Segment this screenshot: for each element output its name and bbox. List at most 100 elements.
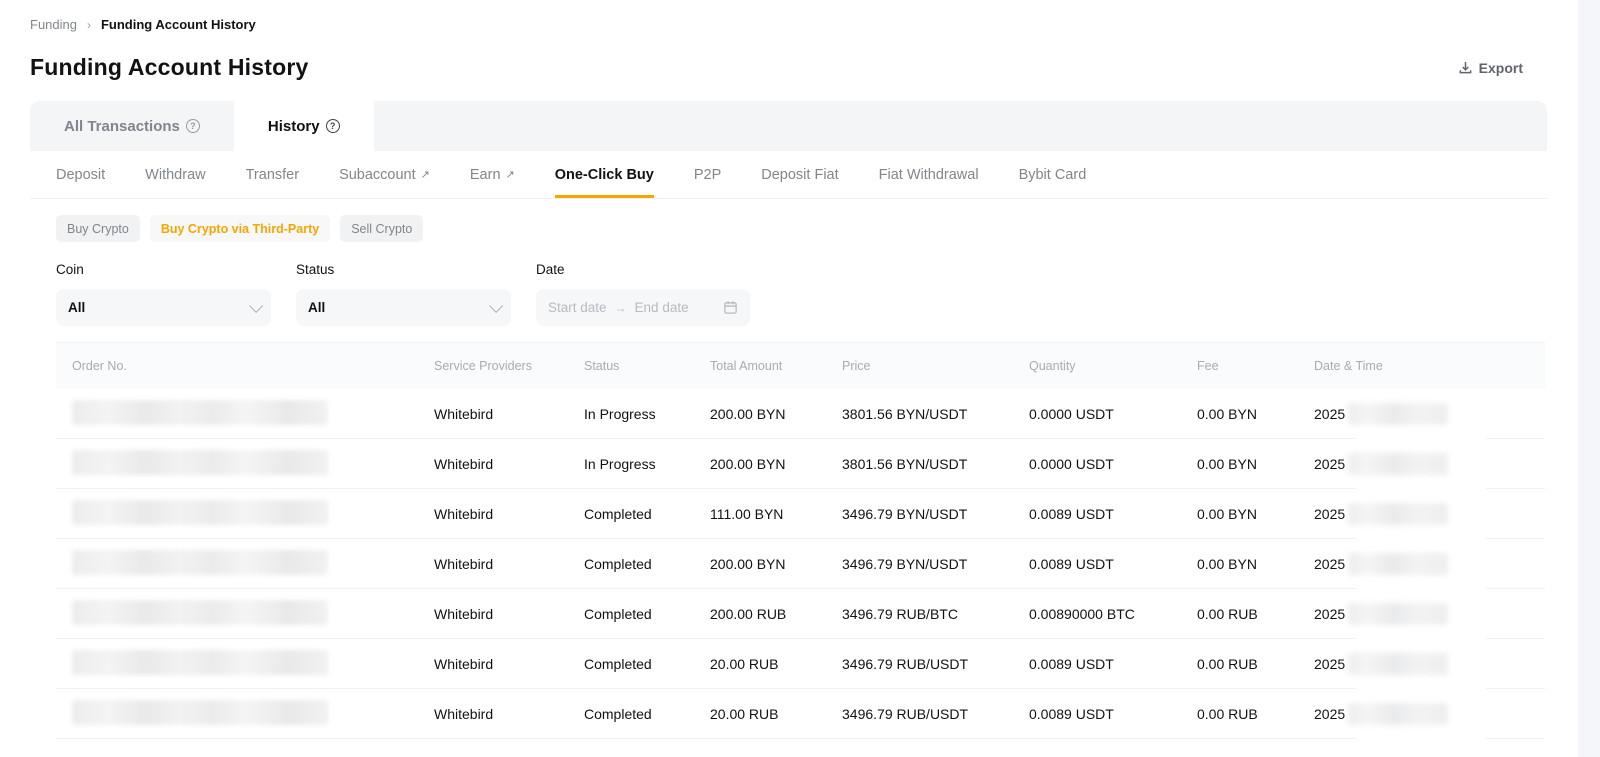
date-time-cell: 2025: [1314, 603, 1545, 625]
coin-select[interactable]: All: [56, 289, 271, 326]
total-amount-cell: 111.00 BYN: [710, 506, 842, 522]
download-icon: [1458, 60, 1473, 75]
status-cell: Completed: [584, 606, 710, 622]
price-cell: 3801.56 BYN/USDT: [842, 406, 1029, 422]
redacted-date: [1348, 653, 1448, 675]
subtab[interactable]: Bybit Card: [1019, 151, 1087, 198]
status-select[interactable]: All: [296, 289, 511, 326]
status-filter: Status All: [296, 262, 511, 326]
service-provider-cell: Whitebird: [434, 506, 584, 522]
quantity-cell: 0.0089 USDT: [1029, 706, 1197, 722]
table-column-header: Quantity: [1029, 359, 1197, 373]
redacted-order-no: [72, 550, 328, 575]
table-column-header: Fee: [1197, 359, 1314, 373]
order-no-cell: [56, 450, 434, 478]
service-provider-cell: Whitebird: [434, 706, 584, 722]
fee-cell: 0.00 RUB: [1197, 656, 1314, 672]
fee-cell: 0.00 BYN: [1197, 406, 1314, 422]
date-time-cell: 2025: [1314, 653, 1545, 675]
main-tab[interactable]: History ?: [234, 101, 374, 151]
status-cell: Completed: [584, 556, 710, 572]
funding-history-page: Funding › Funding Account History Fundin…: [0, 0, 1578, 757]
subtab[interactable]: P2P: [694, 151, 721, 198]
external-link-icon: ↗: [506, 168, 515, 181]
price-cell: 3496.79 BYN/USDT: [842, 556, 1029, 572]
quantity-cell: 0.0000 USDT: [1029, 456, 1197, 472]
table-row[interactable]: Whitebird In Progress 200.00 BYN 3801.56…: [56, 389, 1545, 439]
export-button[interactable]: Export: [1458, 60, 1523, 76]
fee-cell: 0.00 BYN: [1197, 556, 1314, 572]
page-scroll-gutter[interactable]: [1578, 0, 1600, 757]
redacted-order-no: [72, 450, 328, 475]
redacted-date: [1348, 453, 1448, 475]
breadcrumb-funding-link[interactable]: Funding: [30, 17, 77, 32]
status-cell: Completed: [584, 656, 710, 672]
main-tab[interactable]: All Transactions ?: [30, 101, 234, 151]
status-filter-label: Status: [296, 262, 511, 277]
date-filter-label: Date: [536, 262, 750, 277]
fee-cell: 0.00 RUB: [1197, 606, 1314, 622]
buy-type-pills: Buy Crypto Buy Crypto via Third-Party Se…: [56, 215, 1578, 242]
date-range-picker[interactable]: Start date → End date: [536, 289, 750, 326]
table-header-row: Order No. Service Providers Status Total…: [56, 343, 1545, 389]
subtab[interactable]: Deposit Fiat: [761, 151, 838, 198]
total-amount-cell: 200.00 BYN: [710, 556, 842, 572]
service-provider-cell: Whitebird: [434, 656, 584, 672]
start-date-input[interactable]: Start date: [548, 300, 607, 315]
page-title: Funding Account History: [30, 54, 308, 81]
service-provider-cell: Whitebird: [434, 456, 584, 472]
quantity-cell: 0.0089 USDT: [1029, 556, 1197, 572]
redacted-order-no: [72, 700, 328, 725]
order-no-cell: [56, 600, 434, 628]
breadcrumb-current: Funding Account History: [101, 17, 256, 32]
total-amount-cell: 20.00 RUB: [710, 706, 842, 722]
coin-filter: Coin All: [56, 262, 271, 326]
redacted-order-no: [72, 600, 328, 625]
table-column-header: Date & Time: [1314, 359, 1545, 373]
table-column-header: Price: [842, 359, 1029, 373]
table-row[interactable]: Whitebird Completed 200.00 RUB 3496.79 R…: [56, 589, 1545, 639]
total-amount-cell: 200.00 BYN: [710, 456, 842, 472]
order-no-cell: [56, 500, 434, 528]
service-provider-cell: Whitebird: [434, 556, 584, 572]
end-date-input[interactable]: End date: [635, 300, 723, 315]
redacted-date: [1348, 703, 1448, 725]
buy-type-pill[interactable]: Buy Crypto: [56, 215, 140, 242]
buy-type-pill[interactable]: Sell Crypto: [340, 215, 423, 242]
date-time-cell: 2025: [1314, 403, 1545, 425]
table-row[interactable]: Whitebird In Progress 200.00 BYN 3801.56…: [56, 439, 1545, 489]
calendar-icon: [723, 300, 738, 315]
subtab[interactable]: Fiat Withdrawal: [879, 151, 979, 198]
subtab[interactable]: Withdraw: [145, 151, 205, 198]
table-row[interactable]: Whitebird Completed 200.00 BYN 3496.79 B…: [56, 539, 1545, 589]
main-tab-strip: All Transactions ? History ?: [30, 101, 1547, 151]
table-row[interactable]: Whitebird Completed 111.00 BYN 3496.79 B…: [56, 489, 1545, 539]
quantity-cell: 0.0089 USDT: [1029, 656, 1197, 672]
status-cell: Completed: [584, 506, 710, 522]
subtab[interactable]: One-Click Buy: [555, 151, 654, 198]
breadcrumb: Funding › Funding Account History: [0, 0, 1578, 32]
buy-type-pill[interactable]: Buy Crypto via Third-Party: [150, 215, 330, 242]
table-body: Whitebird In Progress 200.00 BYN 3801.56…: [56, 389, 1545, 739]
status-cell: Completed: [584, 706, 710, 722]
subtab[interactable]: Transfer: [246, 151, 299, 198]
total-amount-cell: 200.00 RUB: [710, 606, 842, 622]
subtab[interactable]: Deposit: [56, 151, 105, 198]
coin-filter-label: Coin: [56, 262, 271, 277]
table-row[interactable]: Whitebird Completed 20.00 RUB 3496.79 RU…: [56, 689, 1545, 739]
price-cell: 3496.79 RUB/USDT: [842, 656, 1029, 672]
date-time-cell: 2025: [1314, 703, 1545, 725]
total-amount-cell: 20.00 RUB: [710, 656, 842, 672]
help-icon: ?: [186, 119, 200, 133]
export-label: Export: [1479, 60, 1523, 76]
help-icon: ?: [326, 119, 340, 133]
subtab[interactable]: Subaccount ↗: [339, 151, 430, 198]
total-amount-cell: 200.00 BYN: [710, 406, 842, 422]
price-cell: 3801.56 BYN/USDT: [842, 456, 1029, 472]
table-row[interactable]: Whitebird Completed 20.00 RUB 3496.79 RU…: [56, 639, 1545, 689]
subtab[interactable]: Earn ↗: [470, 151, 515, 198]
status-cell: In Progress: [584, 456, 710, 472]
redacted-order-no: [72, 500, 328, 525]
order-no-cell: [56, 700, 434, 728]
fee-cell: 0.00 BYN: [1197, 456, 1314, 472]
